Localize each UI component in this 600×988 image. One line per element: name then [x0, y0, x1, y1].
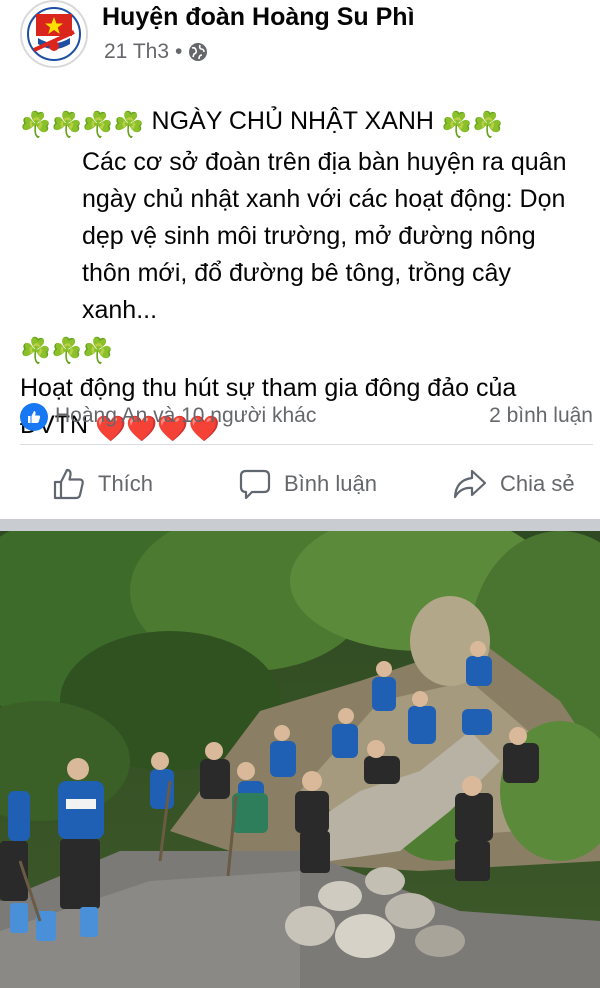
like-button[interactable]: Thích — [52, 463, 153, 505]
post-body: Các cơ sở đoàn trên địa bàn huyện ra quâ… — [82, 148, 567, 324]
clover-icon: ☘️ — [113, 111, 145, 139]
page-avatar[interactable] — [20, 0, 88, 68]
clover-icon: ☘️ — [82, 337, 114, 365]
comments-count[interactable]: 2 bình luận — [489, 404, 593, 428]
post-header: Huyện đoàn Hoàng Su Phì 21 Th3 • — [0, 0, 600, 80]
comment-button[interactable]: Bình luận — [238, 463, 377, 505]
author-name[interactable]: Huyện đoàn Hoàng Su Phì — [102, 3, 415, 32]
meta-separator: • — [175, 40, 183, 63]
clover-icon: ☘️ — [20, 111, 52, 139]
action-bar: Thích Bình luận Chia sẻ — [0, 455, 600, 513]
post-meta: 21 Th3 • — [104, 40, 208, 64]
clover-icon: ☘️ — [20, 337, 52, 365]
reaction-stats: Hoàng An và 10 người khác 2 bình luận — [20, 400, 593, 434]
like-reaction-icon — [20, 403, 48, 431]
share-arrow-icon — [453, 469, 487, 499]
post-separator-band — [0, 519, 600, 531]
post-heading: NGÀY CHỦ NHẬT XANH — [151, 107, 434, 135]
post-heading-line: ☘️☘️☘️☘️ NGÀY CHỦ NHẬT XANH ☘️☘️ — [20, 103, 585, 144]
youth-volunteers-photo — [0, 531, 600, 988]
comment-label: Bình luận — [284, 471, 377, 496]
clover-icon: ☘️ — [51, 337, 83, 365]
divider — [20, 444, 593, 445]
post-photo[interactable] — [0, 531, 600, 988]
clover-icon: ☘️ — [51, 111, 83, 139]
globe-icon — [189, 43, 208, 61]
thumbs-up-outline-icon — [53, 468, 84, 500]
clover-icon: ☘️ — [82, 111, 114, 139]
clover-icon: ☘️ — [440, 111, 473, 139]
like-label: Thích — [98, 471, 154, 496]
youth-union-logo-icon — [24, 4, 84, 64]
comment-bubble-icon — [239, 469, 271, 500]
thumbs-up-icon — [28, 411, 41, 423]
share-label: Chia sẻ — [500, 471, 575, 496]
share-button[interactable]: Chia sẻ — [452, 463, 575, 505]
post-date[interactable]: 21 Th3 — [104, 40, 169, 64]
likes-count[interactable]: Hoàng An và 10 người khác — [55, 404, 316, 428]
clover-row: ☘️☘️☘️ — [20, 329, 585, 370]
post-text: ☘️☘️☘️☘️ NGÀY CHỦ NHẬT XANH ☘️☘️ Các cơ … — [20, 103, 585, 448]
clover-icon: ☘️ — [472, 111, 504, 139]
